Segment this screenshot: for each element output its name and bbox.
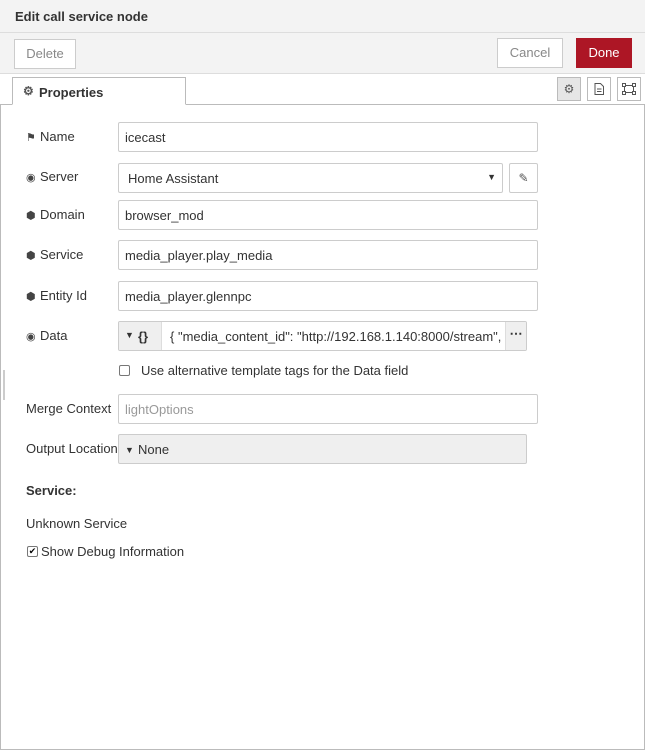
output-label: Output Location [26,441,118,456]
cube-icon: ⬢ [26,291,36,303]
edit-server-button[interactable]: ✎ [509,163,538,193]
dot-circle-icon: ◉ [26,172,36,184]
tag-icon: ⚑ [26,132,36,144]
server-label: Server [40,169,79,184]
name-label: Name [40,129,75,144]
debug-label: Show Debug Information [41,544,185,559]
entity-input[interactable]: media_player.glennpc [118,281,538,311]
appearance-icon [622,83,636,95]
chevron-down-icon: ▼ [487,172,496,182]
dialog-title-bar: Edit call service node [0,0,645,33]
name-input[interactable]: icecast [118,122,538,152]
merge-context-placeholder: lightOptions [125,402,194,417]
output-location-select[interactable]: ▼ None [118,434,527,464]
service-label-row: ⬢ Service [26,247,83,262]
service-heading: Service: [26,483,77,498]
domain-input[interactable]: browser_mod [118,200,538,230]
cube-icon: ⬢ [26,250,36,262]
resize-handle[interactable] [3,370,5,400]
server-select[interactable]: Home Assistant ▼ [118,163,503,193]
ellipsis-icon: ⋯ [509,326,523,341]
dialog-title: Edit call service node [15,9,148,24]
tabs-bar: ⚙ Properties ⚙ [0,74,645,105]
data-type-button[interactable]: ▼ {} [119,322,162,350]
output-location-value: None [138,442,170,457]
service-input[interactable]: media_player.play_media [118,240,538,270]
gear-icon: ⚙ [563,82,575,96]
pencil-icon: ✎ [518,171,529,185]
service-label: Service [40,247,84,262]
caret-down-icon: ▼ [125,330,134,340]
merge-label: Merge Context [26,401,112,416]
service-info-text: Unknown Service [26,516,128,531]
entity-label: Entity Id [40,288,87,303]
debug-checkbox[interactable]: ✔ [27,546,38,557]
data-input-value: { "media_content_id": "http://192.168.1.… [170,329,526,344]
done-button[interactable]: Done [576,38,632,68]
domain-label-row: ⬢ Domain [26,207,85,222]
tab-appearance[interactable] [617,77,641,101]
entity-label-row: ⬢ Entity Id [26,288,87,303]
entity-input-value: media_player.glennpc [125,289,252,304]
server-label-row: ◉ Server [26,169,78,184]
domain-label: Domain [40,207,85,222]
data-label: Data [40,328,68,343]
data-expand-button[interactable]: ⋯ [505,322,526,350]
tab-properties-label: Properties [39,85,104,100]
tab-description[interactable] [587,77,611,101]
delete-button[interactable]: Delete [14,39,76,69]
name-input-value: icecast [125,130,166,145]
data-typed-input[interactable]: ▼ {} { "media_content_id": "http://192.1… [118,321,527,351]
service-input-value: media_player.play_media [125,248,273,263]
merge-context-input[interactable]: lightOptions [118,394,538,424]
alt-tags-checkbox[interactable] [119,365,130,376]
server-select-value: Home Assistant [128,171,219,186]
caret-down-icon: ▼ [125,445,134,455]
tab-properties[interactable]: ⚙ Properties [12,77,186,105]
gear-icon: ⚙ [23,84,34,98]
tab-settings[interactable]: ⚙ [557,77,581,101]
cancel-button[interactable]: Cancel [497,38,563,68]
name-label-row: ⚑ Name [26,129,75,144]
cube-icon: ⬢ [26,210,36,222]
data-label-row: ◉ Data [26,328,67,343]
json-type-icon: {} [138,329,149,344]
alt-tags-label: Use alternative template tags for the Da… [141,363,409,378]
description-icon [594,83,604,95]
domain-input-value: browser_mod [125,208,204,223]
dialog-toolbar: Delete Cancel Done [0,33,645,74]
dot-circle-icon: ◉ [26,331,36,343]
